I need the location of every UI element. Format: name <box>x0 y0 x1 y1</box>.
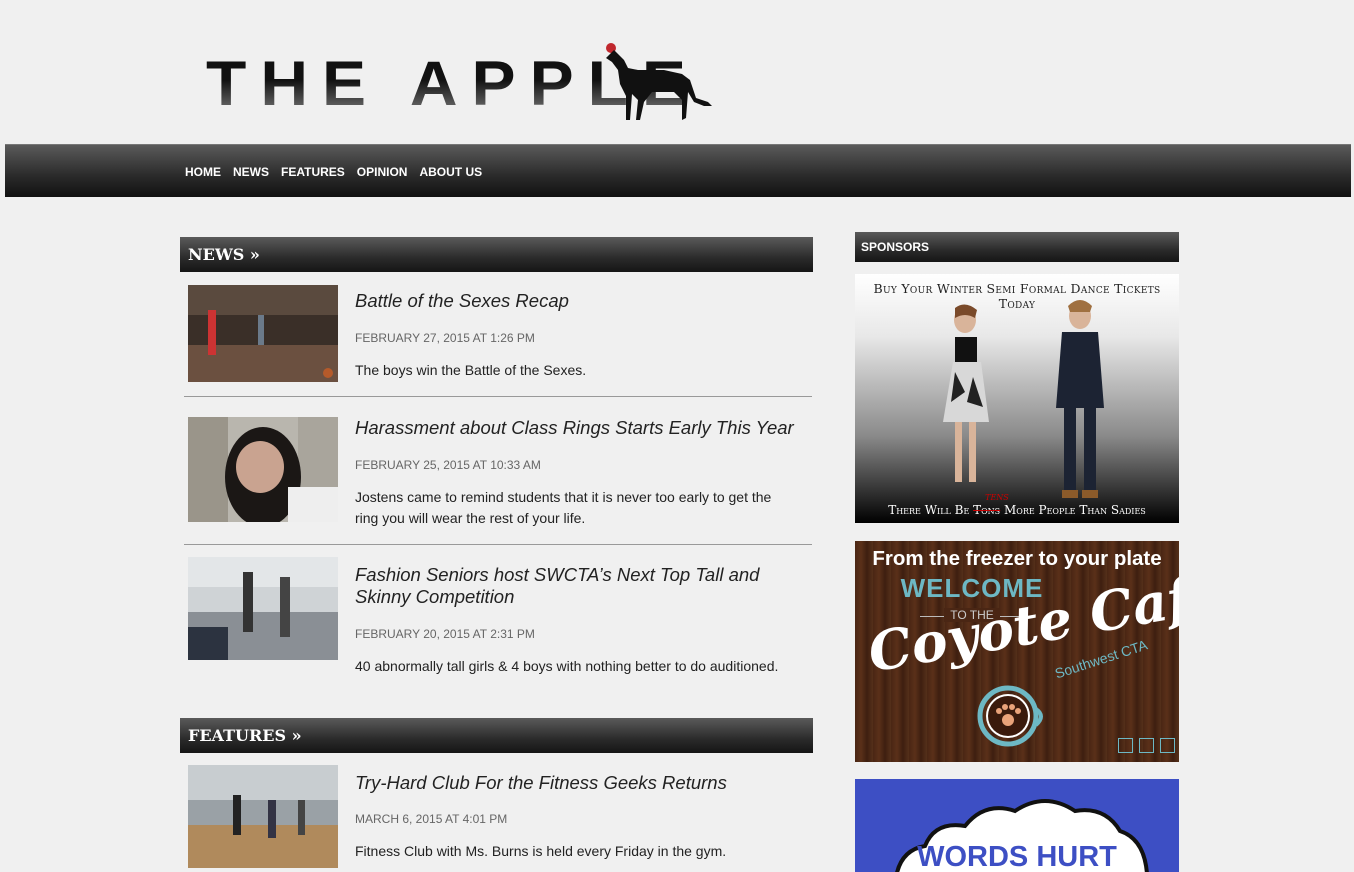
article-date: MARCH 6, 2015 AT 4:01 PM <box>355 812 508 826</box>
ad-bottom-text: There Will Be Tons tens More People Than … <box>855 490 1179 517</box>
article-title[interactable]: Try-Hard Club For the Fitness Geeks Retu… <box>355 772 805 794</box>
article-thumbnail[interactable] <box>188 765 338 868</box>
ad-bottom-text-part: There Will Be <box>888 503 974 517</box>
main-navbar: HOME NEWS FEATURES OPINION ABOUT US <box>5 144 1351 197</box>
ad-top-text: Buy Your Winter Semi Formal Dance Ticket… <box>873 281 1161 311</box>
coffee-cup-icon <box>977 685 1043 747</box>
sponsor-ad-words-hurt[interactable]: WORDS HURT <box>855 779 1179 872</box>
twitter-icon[interactable] <box>1118 738 1133 753</box>
sponsor-ad-coyote-cafe[interactable]: From the freezer to your plate WELCOME T… <box>855 541 1179 762</box>
nav-features[interactable]: FEATURES <box>281 165 345 179</box>
ad-boy-figure <box>1056 300 1104 498</box>
article-thumbnail[interactable] <box>188 285 338 382</box>
sponsor-ad-winter-formal[interactable]: Buy Your Winter Semi Formal Dance Ticket… <box>855 274 1179 523</box>
ad-strike-text: Tons <box>973 503 1001 517</box>
article-excerpt: Jostens came to remind students that it … <box>355 489 772 526</box>
wolf-logo-icon[interactable] <box>604 40 714 122</box>
article-excerpt: The boys win the Battle of the Sexes. <box>355 362 587 378</box>
article-thumbnail[interactable] <box>188 417 338 522</box>
ad-bottom-text-part: More People Than Sadies <box>1000 503 1146 517</box>
article-date: FEBRUARY 25, 2015 AT 10:33 AM <box>355 458 541 472</box>
nav-opinion[interactable]: OPINION <box>357 165 408 179</box>
facebook-icon[interactable] <box>1139 738 1154 753</box>
article-title[interactable]: Harassment about Class Rings Starts Earl… <box>355 417 805 439</box>
news-article: Fashion Seniors host SWCTA’s Next Top Ta… <box>184 557 812 674</box>
article-thumbnail[interactable] <box>188 557 338 660</box>
news-section-heading[interactable]: NEWS » <box>180 237 813 272</box>
news-article: Battle of the Sexes Recap FEBRUARY 27, 2… <box>184 285 812 385</box>
nav-about-us[interactable]: ABOUT US <box>419 165 482 179</box>
article-excerpt: 40 abnormally tall girls & 4 boys with n… <box>355 658 779 674</box>
ad-strike-word: Tons tens <box>973 490 1009 517</box>
features-section-heading[interactable]: FEATURES » <box>180 718 813 753</box>
article-date: FEBRUARY 20, 2015 AT 2:31 PM <box>355 627 535 641</box>
news-article: Harassment about Class Rings Starts Earl… <box>184 417 812 527</box>
article-date: FEBRUARY 27, 2015 AT 1:26 PM <box>355 331 535 345</box>
article-excerpt: Fitness Club with Ms. Burns is held ever… <box>355 843 727 859</box>
cafe-social-links <box>1118 738 1175 753</box>
divider <box>184 544 812 545</box>
divider <box>184 396 812 397</box>
cafe-tagline: From the freezer to your plate <box>872 547 1162 570</box>
nav-home[interactable]: HOME <box>185 165 221 179</box>
article-title[interactable]: Battle of the Sexes Recap <box>355 290 805 312</box>
nav-news[interactable]: NEWS <box>233 165 269 179</box>
ad-correction-word: tens <box>985 490 1009 503</box>
rss-icon[interactable] <box>1160 738 1175 753</box>
ad-girl-figure <box>943 304 989 482</box>
sponsors-heading: SPONSORS <box>855 232 1179 262</box>
words-hurt-text: WORDS HURT <box>917 841 1117 872</box>
features-article: Try-Hard Club For the Fitness Geeks Retu… <box>184 765 812 872</box>
article-title[interactable]: Fashion Seniors host SWCTA’s Next Top Ta… <box>355 564 805 608</box>
